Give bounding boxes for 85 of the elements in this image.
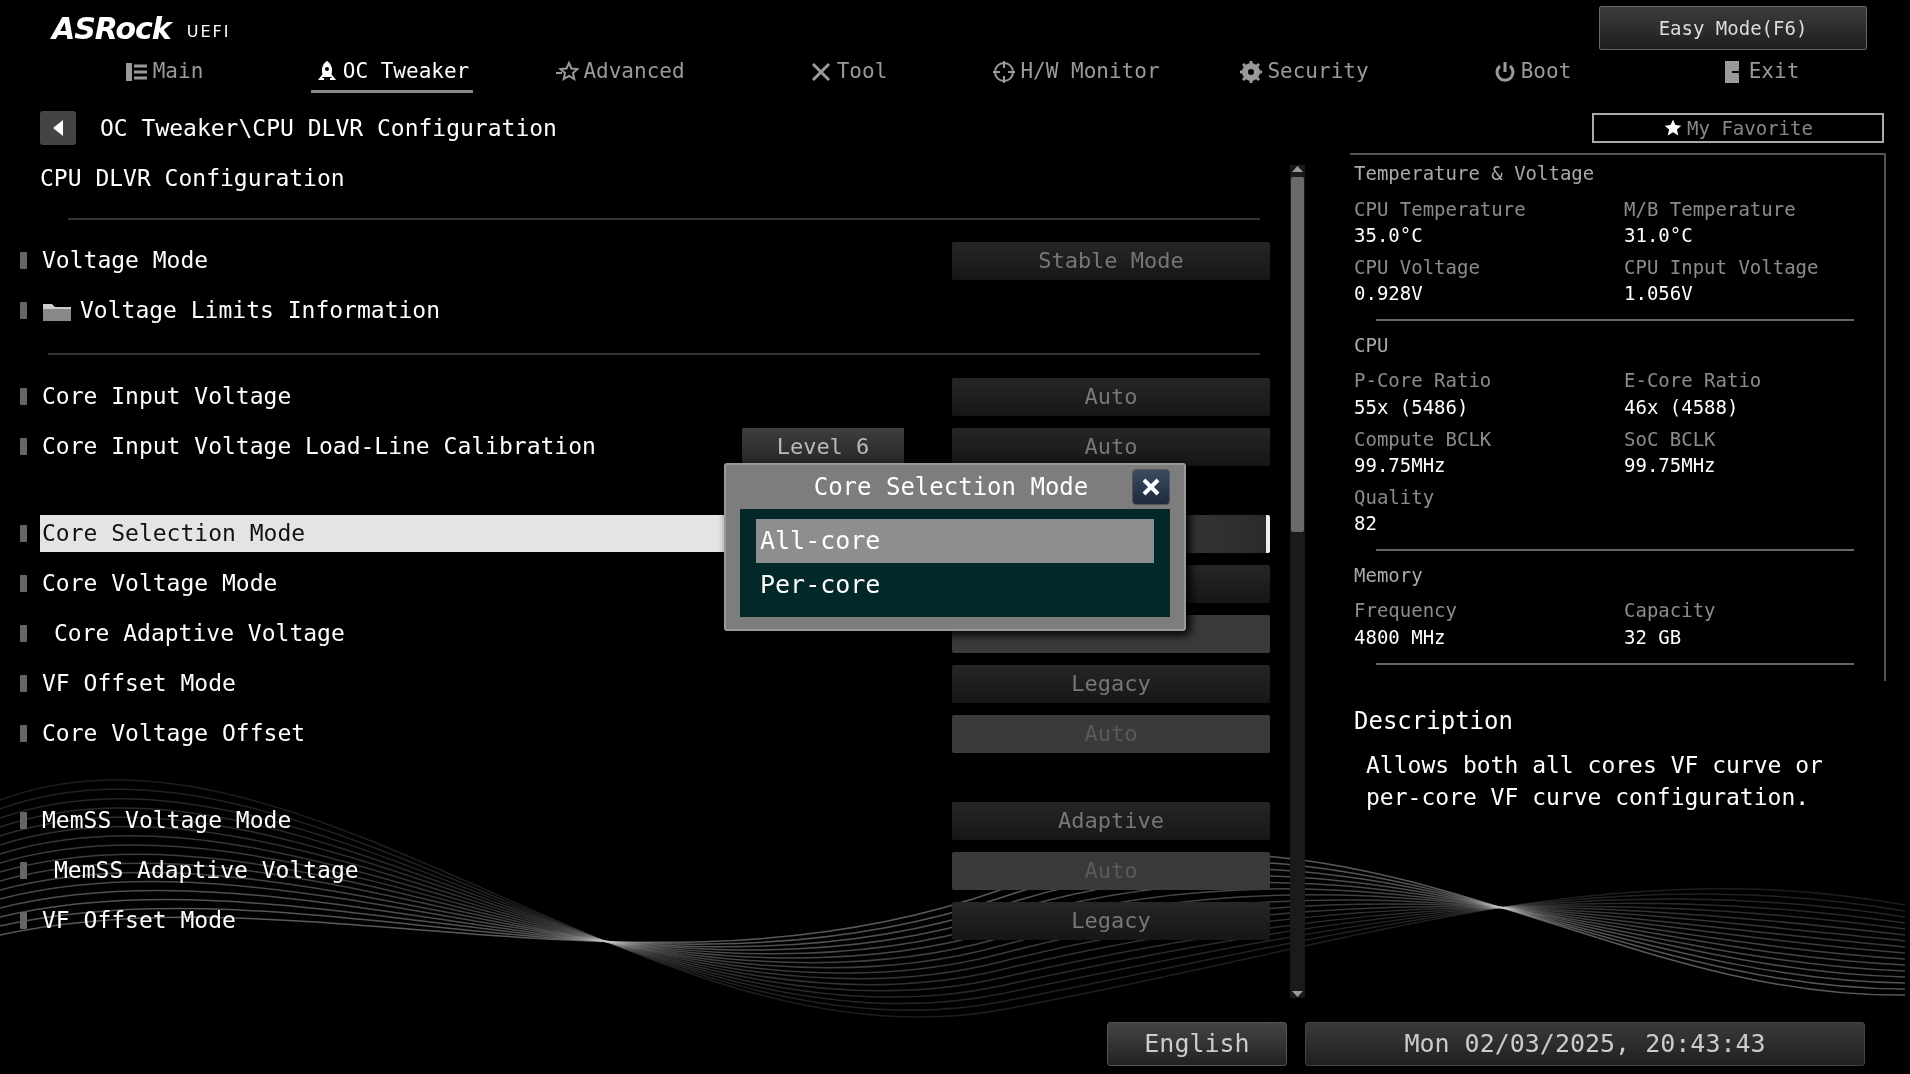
menu-tab[interactable]: Boot [1488, 54, 1576, 93]
date-time: Mon 02/03/2025, 20:43:43 [1305, 1022, 1865, 1066]
description-text: Allows both all cores VF curve or per-core VF curve configuration. [1366, 750, 1824, 812]
menu-tab[interactable]: H/W Monitor [988, 54, 1164, 93]
monitor-value: 1.056V [1624, 281, 1694, 307]
setting-label[interactable]: Core Input Voltage [40, 378, 742, 415]
monitor-value: 0.928V [1354, 281, 1424, 307]
close-icon [1141, 477, 1161, 497]
language-button[interactable]: English [1107, 1022, 1287, 1066]
option-value[interactable]: Stable Mode [952, 241, 1270, 280]
crosshair-icon [992, 59, 1017, 84]
dialog-option[interactable]: Per-core [756, 563, 1154, 607]
section-title: Temperature & Voltage [1354, 161, 1596, 186]
setting-label[interactable]: Core Adaptive Voltage [40, 615, 742, 652]
setting-label[interactable]: VF Offset Mode [40, 665, 742, 702]
row-marker-icon [20, 575, 27, 592]
menu-tab[interactable]: Main [120, 54, 208, 93]
option-value[interactable]: Legacy [952, 901, 1270, 940]
monitor-value: 31.0°C [1624, 223, 1694, 249]
monitor-value: 99.75MHz [1624, 453, 1717, 479]
menu-tab[interactable]: OC Tweaker [310, 54, 474, 93]
monitor-label: Quality [1354, 484, 1436, 510]
scroll-up-icon [1292, 165, 1303, 173]
row-marker-icon [20, 388, 27, 405]
monitor-label: P-Core Ratio [1354, 368, 1493, 394]
breadcrumb-path: OC Tweaker\CPU DLVR Configuration [100, 113, 557, 143]
brand-logo: ASRock [52, 14, 171, 44]
option-value[interactable]: Auto [952, 427, 1270, 466]
monitor-value: 46x (4588) [1624, 394, 1740, 420]
monitor-label: M/B Temperature [1624, 196, 1797, 222]
back-icon [51, 118, 65, 137]
monitor-label: CPU Voltage [1354, 254, 1481, 280]
monitor-label: Capacity [1624, 598, 1717, 624]
monitor-value: 32 GB [1624, 625, 1683, 651]
option-value[interactable]: Level 6 [742, 427, 904, 466]
setting-label[interactable]: Voltage Mode [40, 242, 742, 279]
monitor-value: 35.0°C [1354, 223, 1424, 249]
setting-label[interactable]: MemSS Adaptive Voltage [40, 852, 742, 889]
monitor-label: E-Core Ratio [1624, 368, 1763, 394]
setting-label[interactable]: Voltage Limits Information [40, 292, 742, 329]
monitor-label: Compute BCLK [1354, 426, 1493, 452]
monitor-label: CPU Input Voltage [1624, 254, 1820, 280]
menu-tab[interactable]: Security [1235, 54, 1373, 93]
option-value[interactable]: Adaptive [952, 801, 1270, 840]
row-marker-icon [20, 912, 27, 929]
section-title: Memory [1354, 562, 1424, 588]
dialog-title: Core Selection Mode [812, 472, 1090, 503]
row-marker-icon [20, 625, 27, 642]
menu-tab[interactable]: Tool [804, 54, 892, 93]
setting-label[interactable]: Core Voltage Offset [40, 715, 742, 752]
star-icon [555, 59, 580, 84]
monitor-value: 82 [1354, 511, 1378, 537]
row-marker-icon [20, 812, 27, 829]
section-title: CPU [1354, 332, 1390, 358]
option-value[interactable]: Auto [952, 377, 1270, 416]
monitor-label: Frequency [1354, 598, 1458, 624]
logo-suffix: UEFI [186, 21, 231, 43]
description-title: Description [1354, 705, 1514, 737]
menu-tab[interactable]: Advanced [551, 54, 689, 93]
setting-label[interactable]: MemSS Voltage Mode [40, 802, 742, 839]
scroll-down-icon [1292, 990, 1303, 998]
row-marker-icon [20, 725, 27, 742]
close-button[interactable] [1132, 469, 1170, 505]
row-marker-icon [20, 675, 27, 692]
row-marker-icon [20, 438, 27, 455]
back-button[interactable] [40, 110, 76, 145]
scrollbar-thumb[interactable] [1291, 177, 1304, 532]
monitor-value: 4800 MHz [1354, 625, 1447, 651]
menu-tab[interactable]: Exit [1716, 54, 1804, 93]
page-title: CPU DLVR Configuration [40, 164, 345, 193]
scrollbar[interactable] [1290, 165, 1305, 998]
option-value[interactable]: Legacy [952, 664, 1270, 703]
monitor-value: 55x (5486) [1354, 394, 1470, 420]
row-marker-icon [20, 862, 27, 879]
easy-mode-button[interactable]: Easy Mode(F6) [1599, 6, 1867, 50]
monitor-label: CPU Temperature [1354, 196, 1527, 222]
row-marker-icon [20, 525, 27, 542]
row-marker-icon [20, 252, 27, 269]
setting-label[interactable]: Core Input Voltage Load-Line Calibration [40, 428, 742, 465]
row-marker-icon [20, 302, 27, 319]
monitor-value: 99.75MHz [1354, 453, 1447, 479]
monitor-label: SoC BCLK [1624, 426, 1717, 452]
setting-label[interactable]: VF Offset Mode [40, 902, 742, 939]
my-favorite-button[interactable]: My Favorite [1592, 112, 1884, 143]
gear-icon [1239, 59, 1264, 84]
